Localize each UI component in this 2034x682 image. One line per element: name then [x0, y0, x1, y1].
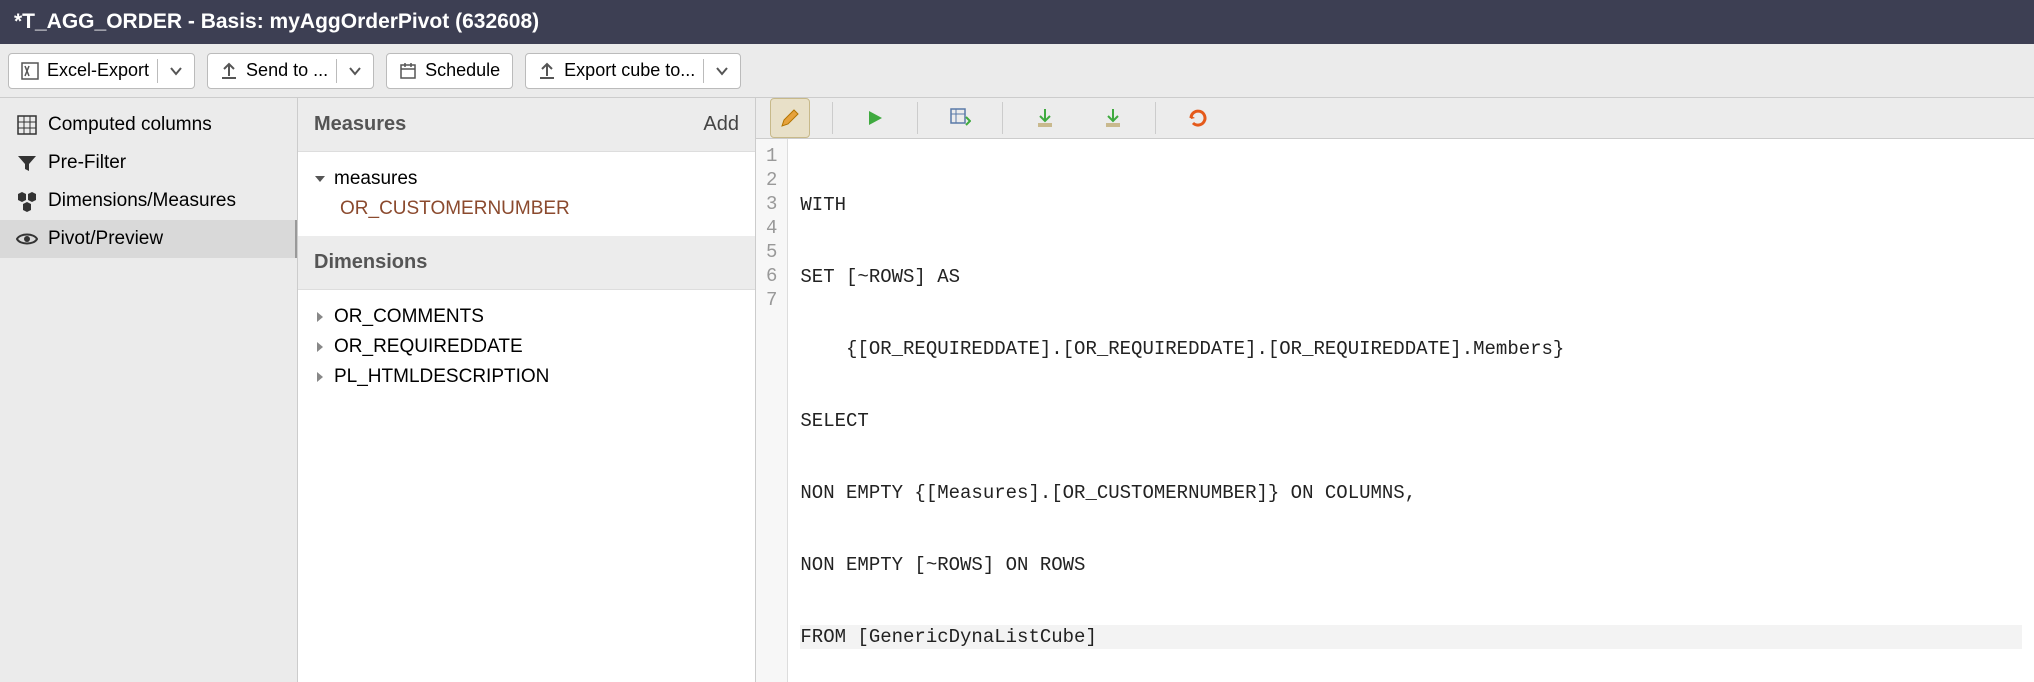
separator	[1155, 102, 1156, 134]
excel-export-button[interactable]: Excel-Export	[8, 53, 195, 89]
run-button[interactable]	[855, 98, 895, 138]
sidebar-item-label: Pivot/Preview	[48, 228, 163, 250]
code-line: WITH	[800, 193, 2022, 217]
chevron-down-icon	[314, 173, 326, 185]
download-icon	[1103, 108, 1123, 128]
table-paste-button[interactable]	[940, 98, 980, 138]
schedule-button[interactable]: Schedule	[386, 53, 513, 89]
dimension-item[interactable]: OR_REQUIREDDATE	[314, 332, 739, 362]
dimensions-label: Dimensions	[314, 251, 427, 274]
sidebar: Computed columns Pre-Filter Dimensions/M…	[0, 98, 298, 682]
schedule-label: Schedule	[425, 60, 500, 81]
line-number: 6	[766, 265, 777, 289]
send-to-button[interactable]: Send to ...	[207, 53, 374, 89]
chevron-right-icon	[314, 341, 326, 353]
sidebar-item-pre-filter[interactable]: Pre-Filter	[0, 144, 297, 182]
sidebar-item-label: Pre-Filter	[48, 152, 126, 174]
separator	[703, 59, 704, 83]
table-arrow-icon	[949, 107, 971, 129]
export-cube-label: Export cube to...	[564, 60, 695, 81]
upload-icon	[220, 62, 238, 80]
export-cube-button[interactable]: Export cube to...	[525, 53, 741, 89]
refresh-button[interactable]	[1178, 98, 1218, 138]
code-area[interactable]: WITH SET [~ROWS] AS {[OR_REQUIREDDATE].[…	[788, 139, 2034, 682]
separator	[832, 102, 833, 134]
code-line: NON EMPTY {[Measures].[OR_CUSTOMERNUMBER…	[800, 481, 2022, 505]
funnel-icon	[16, 152, 38, 174]
download-2-button[interactable]	[1093, 98, 1133, 138]
window-titlebar: *T_AGG_ORDER - Basis: myAggOrderPivot (6…	[0, 0, 2034, 44]
send-to-label: Send to ...	[246, 60, 328, 81]
line-number: 7	[766, 289, 777, 313]
code-line: FROM [GenericDynaListCube]	[800, 625, 2022, 649]
measure-item[interactable]: OR_CUSTOMERNUMBER	[314, 194, 739, 224]
eye-icon	[16, 228, 38, 250]
tree-node-label: OR_CUSTOMERNUMBER	[340, 198, 570, 220]
measures-header: Measures Add	[298, 98, 755, 152]
measures-root-node[interactable]: measures	[314, 164, 739, 194]
separator	[917, 102, 918, 134]
main-area: Computed columns Pre-Filter Dimensions/M…	[0, 98, 2034, 682]
dimensions-tree: OR_COMMENTS OR_REQUIREDDATE PL_HTMLDESCR…	[298, 290, 755, 404]
chevron-down-icon[interactable]	[716, 65, 728, 77]
dimensions-header: Dimensions	[298, 236, 755, 290]
line-number: 4	[766, 217, 777, 241]
code-line: SET [~ROWS] AS	[800, 265, 2022, 289]
measures-tree: measures OR_CUSTOMERNUMBER	[298, 152, 755, 236]
sidebar-item-dimensions-measures[interactable]: Dimensions/Measures	[0, 182, 297, 220]
tree-node-label: PL_HTMLDESCRIPTION	[334, 366, 549, 388]
excel-export-label: Excel-Export	[47, 60, 149, 81]
grid-icon	[16, 114, 38, 136]
download-icon	[1035, 108, 1055, 128]
cubes-icon	[16, 190, 38, 212]
code-line: {[OR_REQUIREDDATE].[OR_REQUIREDDATE].[OR…	[800, 337, 2022, 361]
code-line: SELECT	[800, 409, 2022, 433]
line-number: 2	[766, 169, 777, 193]
mdx-toolbar	[756, 98, 2034, 139]
dimension-item[interactable]: PL_HTMLDESCRIPTION	[314, 362, 739, 392]
refresh-icon	[1187, 107, 1209, 129]
code-line: NON EMPTY [~ROWS] ON ROWS	[800, 553, 2022, 577]
tree-node-label: OR_COMMENTS	[334, 306, 484, 328]
main-toolbar: Excel-Export Send to ... Schedule Export…	[0, 44, 2034, 98]
add-measure-button[interactable]: Add	[703, 113, 739, 136]
play-icon	[866, 109, 884, 127]
line-number: 1	[766, 145, 777, 169]
separator	[336, 59, 337, 83]
sidebar-item-computed-columns[interactable]: Computed columns	[0, 106, 297, 144]
sidebar-item-label: Dimensions/Measures	[48, 190, 236, 212]
upload-icon	[538, 62, 556, 80]
line-number: 5	[766, 241, 777, 265]
calendar-icon	[399, 62, 417, 80]
separator	[1002, 102, 1003, 134]
preview-panel: 1 2 3 4 5 6 7 WITH SET [~ROWS] AS {[OR_R…	[756, 98, 2034, 682]
chevron-down-icon[interactable]	[170, 65, 182, 77]
tree-node-label: OR_REQUIREDDATE	[334, 336, 523, 358]
download-1-button[interactable]	[1025, 98, 1065, 138]
pencil-icon	[779, 107, 801, 129]
sidebar-item-label: Computed columns	[48, 114, 212, 136]
edit-button[interactable]	[770, 98, 810, 138]
measures-label: Measures	[314, 113, 406, 136]
mdx-editor[interactable]: 1 2 3 4 5 6 7 WITH SET [~ROWS] AS {[OR_R…	[756, 139, 2034, 682]
excel-icon	[21, 62, 39, 80]
chevron-right-icon	[314, 311, 326, 323]
chevron-down-icon[interactable]	[349, 65, 361, 77]
separator	[157, 59, 158, 83]
line-number: 3	[766, 193, 777, 217]
measures-dimensions-panel: Measures Add measures OR_CUSTOMERNUMBER …	[298, 98, 756, 682]
chevron-right-icon	[314, 371, 326, 383]
sidebar-item-pivot-preview[interactable]: Pivot/Preview	[0, 220, 297, 258]
tree-node-label: measures	[334, 168, 417, 190]
line-gutter: 1 2 3 4 5 6 7	[756, 139, 788, 682]
window-title: *T_AGG_ORDER - Basis: myAggOrderPivot (6…	[14, 10, 539, 34]
dimension-item[interactable]: OR_COMMENTS	[314, 302, 739, 332]
